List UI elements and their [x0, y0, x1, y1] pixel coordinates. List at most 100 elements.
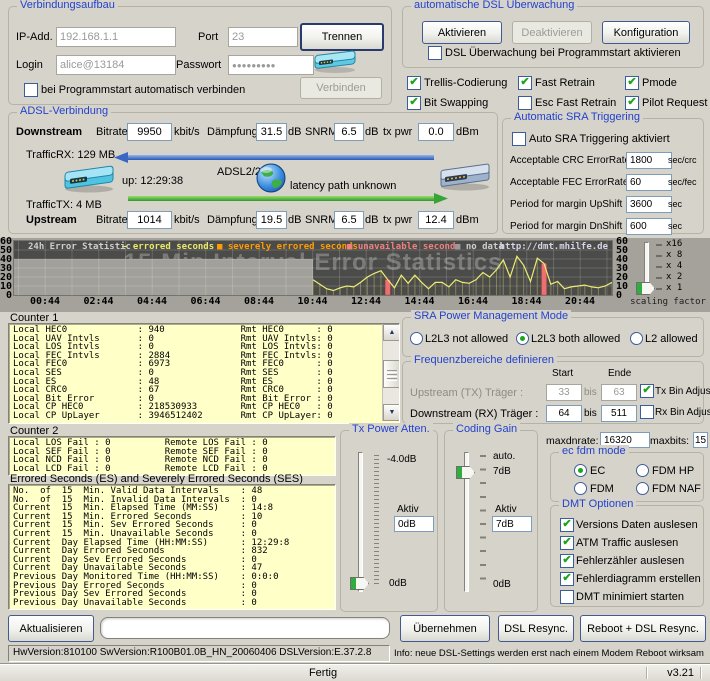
versions-daten-checkbox[interactable]: ✔	[560, 518, 574, 532]
trellis-checkbox[interactable]: ✔	[407, 76, 421, 90]
chart-y-tick: 30	[0, 264, 12, 273]
dbm-unit: dBm	[456, 214, 479, 226]
activate-button[interactable]: Aktivieren	[422, 21, 502, 44]
up-txpwr-field[interactable]: 12.4	[418, 211, 454, 229]
down-attenuation-field[interactable]: 31.5	[256, 123, 287, 141]
reboot-resync-button[interactable]: Reboot + DSL Resync.	[580, 615, 706, 642]
configuration-button[interactable]: Konfiguration	[602, 21, 690, 44]
down-txpwr-field[interactable]: 0.0	[418, 123, 454, 141]
atm-traffic-checkbox[interactable]: ✔	[560, 536, 574, 550]
check-icon: ✔	[627, 77, 636, 88]
radio-dot-icon	[520, 336, 525, 341]
tx-atten-group-title: Tx Power Atten.	[349, 423, 433, 435]
error-statistic-chart: 15-Min Interval Error Statistics 24h Err…	[14, 241, 612, 295]
fdm-naf-radio[interactable]	[636, 482, 649, 495]
tx-atten-aktiv-field[interactable]: 0dB	[394, 516, 434, 532]
ip-field[interactable]: 192.168.1.1	[56, 27, 176, 47]
apply-button[interactable]: Übernehmen	[400, 615, 490, 642]
fehlerzaehler-label: Fehlerzähler auslesen	[576, 555, 684, 567]
db-unit: dB	[365, 126, 378, 138]
up-attenuation-field[interactable]: 19.5	[256, 211, 287, 229]
monitoring-startup-checkbox[interactable]	[428, 46, 442, 60]
fdm-radio[interactable]	[574, 482, 587, 495]
attenuation-label: Dämpfung	[207, 126, 258, 138]
rx-bin-adjust-checkbox[interactable]	[640, 405, 654, 419]
es-ses-text: No. of 15 Min. Valid Data Intervals : 48…	[13, 487, 335, 607]
password-label: Passwort	[176, 59, 221, 71]
pilot-request-checkbox[interactable]: ✔	[625, 96, 639, 110]
down-bitrate-field[interactable]: 9950	[127, 123, 172, 141]
chart-y-tick: 10	[616, 282, 634, 291]
db-unit: dB	[365, 214, 378, 226]
bit-swapping-checkbox[interactable]: ✔	[407, 96, 421, 110]
crc-errorrate-field[interactable]: 1800	[626, 152, 672, 169]
bit-swapping-label: Bit Swapping	[424, 97, 488, 109]
password-field[interactable]: ●●●●●●●●●	[228, 55, 314, 75]
scaling-factor-slider-thumb[interactable]	[636, 282, 655, 295]
fehlerzaehler-checkbox[interactable]: ✔	[560, 554, 574, 568]
auto-sra-checkbox[interactable]	[512, 132, 526, 146]
chart-y-tick: 50	[0, 246, 12, 255]
snrm-label: SNRM	[305, 126, 337, 138]
scroll-up-button[interactable]: ▲	[383, 324, 400, 341]
check-icon: ✔	[562, 537, 571, 548]
refresh-button[interactable]: Aktualisieren	[8, 615, 94, 642]
downstream-end-field[interactable]: 511	[601, 405, 637, 422]
l2l3-not-allowed-radio[interactable]	[410, 332, 423, 345]
dsl-resync-button[interactable]: DSL Resync.	[498, 615, 574, 642]
up-bitrate-field[interactable]: 1014	[127, 211, 172, 229]
ec-radio[interactable]	[574, 464, 587, 477]
l2-allowed-label: L2 allowed	[645, 333, 698, 345]
dnshift-period-field[interactable]: 600	[626, 218, 672, 235]
frequency-group-title: Frequenzbereiche definieren	[411, 354, 557, 366]
scrollbar-thumb[interactable]	[383, 360, 400, 388]
coding-gain-aktiv-label: Aktiv	[495, 504, 517, 515]
start-header: Start	[552, 368, 573, 379]
crc-errorrate-unit: sec/crc	[668, 155, 697, 165]
connect-button[interactable]: Verbinden	[300, 77, 382, 99]
chart-x-tick: 04:44	[135, 297, 169, 306]
upstream-end-field[interactable]: 63	[601, 384, 637, 401]
scaling-factor-ticks	[656, 244, 662, 291]
coding-gain-aktiv-field[interactable]: 7dB	[492, 516, 532, 532]
down-snrm-field[interactable]: 6.5	[334, 123, 364, 141]
l2l3-both-allowed-radio[interactable]	[516, 332, 529, 345]
downstream-label: Downstream	[16, 126, 82, 138]
scroll-down-button[interactable]: ▼	[383, 404, 400, 421]
dnshift-period-unit: sec	[668, 221, 682, 231]
legend-no-data: ■ no data	[455, 242, 504, 252]
adsl-group-title: ADSL-Verbindung	[17, 105, 111, 117]
counter1-scrollbar[interactable]: ▲ ▼	[382, 324, 399, 421]
tx-power-slider[interactable]	[358, 452, 363, 592]
chart-x-tick: 20:44	[563, 297, 597, 306]
l2-allowed-radio[interactable]	[630, 332, 643, 345]
maxbits-label: maxbits:	[650, 435, 689, 447]
fast-retrain-checkbox[interactable]: ✔	[518, 76, 532, 90]
disconnect-button[interactable]: Trennen	[300, 23, 384, 51]
fec-errorrate-label: Acceptable FEC ErrorRate	[510, 177, 628, 188]
modem-icon	[62, 165, 116, 193]
sra-power-group-title: SRA Power Management Mode	[411, 310, 571, 322]
check-icon: ✔	[409, 77, 418, 88]
upshift-period-field[interactable]: 3600	[626, 196, 672, 213]
bitrate-label: Bitrate	[96, 214, 128, 226]
downstream-start-field[interactable]: 64	[546, 405, 582, 422]
fdm-hp-label: FDM HP	[652, 465, 694, 477]
fdm-hp-radio[interactable]	[636, 464, 649, 477]
fec-errorrate-field[interactable]: 60	[626, 174, 672, 191]
up-snrm-field[interactable]: 6.5	[334, 211, 364, 229]
fehlerdiagramm-checkbox[interactable]: ✔	[560, 572, 574, 586]
tx-bin-adjust-checkbox[interactable]: ✔	[640, 384, 654, 398]
upstream-start-field[interactable]: 33	[546, 384, 582, 401]
maxbits-field[interactable]: 15	[693, 432, 708, 448]
scaling-tick-label: x 8	[666, 250, 682, 260]
port-field[interactable]: 23	[228, 27, 298, 47]
dmt-minimiert-checkbox[interactable]	[560, 590, 574, 604]
login-field[interactable]: alice@13184	[56, 55, 176, 75]
pmode-checkbox[interactable]: ✔	[625, 76, 639, 90]
traffic-tx-label: TrafficTX: 4 MB	[26, 199, 102, 211]
monitoring-group-title: automatische DSL Überwachung	[411, 0, 577, 11]
esc-fast-retrain-checkbox[interactable]	[518, 96, 532, 110]
autoconnect-checkbox[interactable]	[24, 83, 38, 97]
deactivate-button[interactable]: Deaktivieren	[512, 21, 592, 44]
